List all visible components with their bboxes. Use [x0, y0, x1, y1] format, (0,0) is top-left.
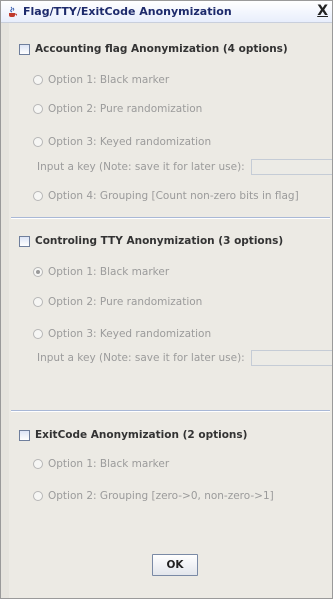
accounting-key-input[interactable]: [250, 159, 332, 175]
java-cup-icon: [9, 6, 18, 17]
accounting-key-row: Input a key (Note: save it for later use…: [37, 158, 332, 176]
exitcode-option-2-radio[interactable]: [33, 491, 43, 501]
accounting-flag-checkbox[interactable]: [19, 43, 30, 55]
tty-option-3[interactable]: Option 3: Keyed randomization: [33, 327, 211, 341]
accounting-option-2-label: Option 2: Pure randomization: [48, 103, 203, 115]
accounting-flag-title: Accounting flag Anonymization (4 options…: [35, 43, 288, 55]
accounting-option-3[interactable]: Option 3: Keyed randomization: [33, 135, 211, 149]
tty-key-label: Input a key (Note: save it for later use…: [37, 352, 245, 364]
accounting-option-2-radio[interactable]: [33, 104, 43, 114]
close-button[interactable]: X: [317, 3, 328, 19]
exitcode-option-2[interactable]: Option 2: Grouping [zero->0, non-zero->1…: [33, 489, 274, 503]
left-edge-strip: [1, 23, 9, 598]
title-bar[interactable]: Flag/TTY/ExitCode Anonymization X: [1, 1, 332, 23]
controlling-tty-checkbox[interactable]: [19, 235, 30, 247]
exitcode-title: ExitCode Anonymization (2 options): [35, 429, 248, 441]
accounting-option-3-radio[interactable]: [33, 137, 43, 147]
accounting-option-4[interactable]: Option 4: Grouping [Count non-zero bits …: [33, 189, 299, 203]
accounting-key-label: Input a key (Note: save it for later use…: [37, 161, 245, 173]
exitcode-option-2-label: Option 2: Grouping [zero->0, non-zero->1…: [48, 490, 274, 502]
tty-option-3-label: Option 3: Keyed randomization: [48, 328, 212, 340]
ok-button[interactable]: OK: [152, 554, 198, 576]
window-title: Flag/TTY/ExitCode Anonymization: [23, 5, 232, 18]
tty-option-1[interactable]: Option 1: Black marker: [33, 265, 169, 279]
exitcode-checkbox[interactable]: [19, 429, 30, 441]
accounting-option-4-radio[interactable]: [33, 191, 43, 201]
accounting-option-1-label: Option 1: Black marker: [48, 74, 170, 86]
exitcode-option-1[interactable]: Option 1: Black marker: [33, 457, 169, 471]
section-divider: [11, 410, 330, 412]
accounting-option-1[interactable]: Option 1: Black marker: [33, 73, 169, 87]
tty-option-3-radio[interactable]: [33, 329, 43, 339]
tty-option-1-label: Option 1: Black marker: [48, 266, 170, 278]
exitcode-option-1-label: Option 1: Black marker: [48, 458, 170, 470]
tty-option-1-radio[interactable]: [33, 267, 43, 277]
exitcode-option-1-radio[interactable]: [33, 459, 43, 469]
accounting-option-3-label: Option 3: Keyed randomization: [48, 136, 212, 148]
tty-option-2-label: Option 2: Pure randomization: [48, 296, 203, 308]
tty-option-2[interactable]: Option 2: Pure randomization: [33, 295, 202, 309]
tty-key-input[interactable]: [250, 350, 332, 366]
section-divider: [11, 217, 330, 219]
accounting-option-1-radio[interactable]: [33, 75, 43, 85]
section-controlling-tty-header[interactable]: Controling TTY Anonymization (3 options): [19, 233, 283, 249]
tty-key-row: Input a key (Note: save it for later use…: [37, 349, 332, 367]
accounting-option-2[interactable]: Option 2: Pure randomization: [33, 102, 202, 116]
anonymization-dialog: Flag/TTY/ExitCode Anonymization X Accoun…: [0, 0, 333, 599]
section-exitcode-header[interactable]: ExitCode Anonymization (2 options): [19, 427, 247, 443]
controlling-tty-title: Controling TTY Anonymization (3 options): [35, 235, 284, 247]
section-accounting-flag-header[interactable]: Accounting flag Anonymization (4 options…: [19, 41, 288, 57]
accounting-option-4-label: Option 4: Grouping [Count non-zero bits …: [48, 190, 299, 202]
tty-option-2-radio[interactable]: [33, 297, 43, 307]
